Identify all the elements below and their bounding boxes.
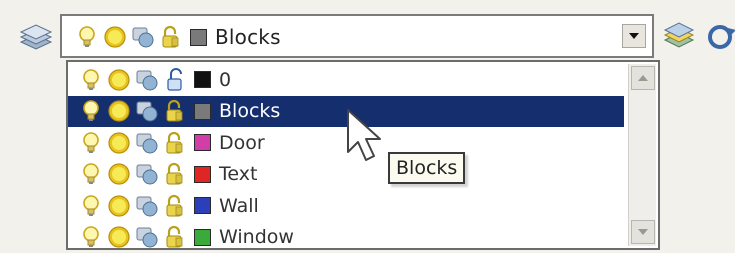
layer-state-icons [78,193,190,219]
lightbulb-icon[interactable] [78,98,104,124]
vertical-scrollbar[interactable] [628,64,656,246]
color-swatch[interactable] [194,102,211,120]
sun-icon[interactable] [106,224,132,250]
layers-stack-icon[interactable] [18,22,54,54]
layer-previous-icon[interactable] [662,20,696,54]
lightbulb-icon[interactable] [78,193,104,219]
lightbulb-icon[interactable] [78,161,104,187]
layer-name: Wall [219,194,259,217]
freeze-viewport-icon[interactable] [134,67,160,93]
layer-name: Window [219,226,294,249]
scroll-up-button[interactable] [631,66,655,90]
combo-dropdown-button[interactable] [622,24,646,48]
layer-name: Door [219,131,265,154]
color-swatch[interactable] [194,165,211,183]
color-swatch[interactable] [194,197,211,215]
scroll-up-arrow-icon [638,75,648,81]
freeze-viewport-icon[interactable] [134,193,160,219]
layer-state-icon[interactable] [704,20,735,54]
scroll-down-arrow-icon [638,229,648,235]
lock-icon[interactable] [162,98,188,124]
freeze-viewport-icon[interactable] [130,24,156,50]
sun-icon[interactable] [106,67,132,93]
lock-icon[interactable] [158,24,184,50]
lightbulb-icon[interactable] [74,24,100,50]
combo-selected-layer-name: Blocks [215,25,281,49]
layer-name: 0 [219,68,232,91]
sun-icon[interactable] [102,24,128,50]
layer-name: Blocks [219,100,281,123]
freeze-viewport-icon[interactable] [134,98,160,124]
lock-icon[interactable] [162,193,188,219]
layer-state-icons [78,98,190,124]
lock-icon[interactable] [162,224,188,250]
sun-icon[interactable] [106,130,132,156]
scroll-down-button[interactable] [631,220,655,244]
sun-icon[interactable] [106,98,132,124]
layer-state-icons [78,224,190,250]
color-swatch[interactable] [194,228,211,246]
unlocked-icon[interactable] [162,67,188,93]
chevron-down-icon [629,33,639,39]
combo-current-layer: Blocks [74,24,281,50]
sun-icon[interactable] [106,193,132,219]
layer-state-icons [78,67,190,93]
freeze-viewport-icon[interactable] [134,161,160,187]
layer-row-window[interactable]: Window [68,222,624,250]
color-swatch[interactable] [194,134,211,152]
layer-name: Text [219,163,258,186]
freeze-viewport-icon[interactable] [134,224,160,250]
layer-row-0[interactable]: 0 [68,64,624,96]
layer-combobox[interactable]: Blocks [60,14,654,58]
layer-tooltip: Blocks [388,152,466,184]
lock-icon[interactable] [162,161,188,187]
lock-icon[interactable] [162,130,188,156]
lightbulb-icon[interactable] [78,67,104,93]
layer-state-icons [74,24,186,50]
lightbulb-icon[interactable] [78,224,104,250]
layer-state-icons [78,130,190,156]
sun-icon[interactable] [106,161,132,187]
color-swatch[interactable] [190,28,207,46]
layer-control-screenshot: Blocks 0 Blocks Door Text Wall Window Bl… [0,0,735,253]
mouse-pointer-icon [347,109,381,161]
lightbulb-icon[interactable] [78,130,104,156]
color-swatch[interactable] [194,71,211,89]
freeze-viewport-icon[interactable] [134,130,160,156]
layer-row-wall[interactable]: Wall [68,190,624,222]
layer-state-icons [78,161,190,187]
